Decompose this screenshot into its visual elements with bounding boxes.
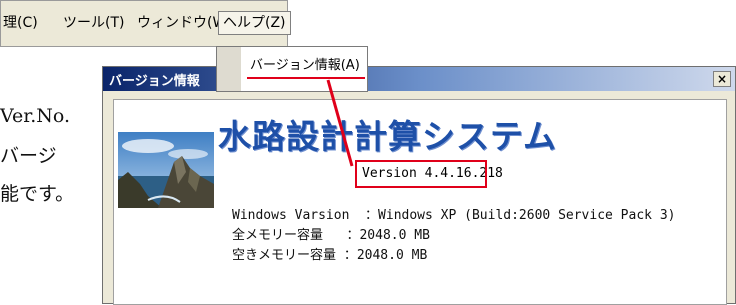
- version-dialog: バージョン情報 × 水路設計計算システム Version 4.4.16.218 …: [102, 66, 736, 305]
- dialog-title: バージョン情報: [109, 74, 200, 89]
- doc-text-line: Ver.No.: [0, 105, 71, 127]
- dialog-titlebar[interactable]: バージョン情報 ×: [103, 67, 735, 91]
- total-memory-info: 全メモリー容量 ：2048.0 MB: [232, 228, 430, 243]
- menu-item-process[interactable]: 理(C): [3, 15, 38, 31]
- menu-item-version-info[interactable]: バージョン情報(A): [250, 54, 360, 73]
- os-info: Windows Varsion ：Windows XP (Build:2600 …: [232, 208, 676, 223]
- app-logo-image: [118, 132, 214, 208]
- menu-item-help[interactable]: ヘルプ(Z): [218, 11, 291, 35]
- close-button[interactable]: ×: [713, 71, 731, 87]
- about-panel: 水路設計計算システム Version 4.4.16.218 Windows Va…: [113, 99, 727, 305]
- help-dropdown-menu: バージョン情報(A): [216, 46, 368, 92]
- close-icon: ×: [716, 72, 728, 86]
- highlight-underline: [247, 77, 365, 79]
- menu-item-tools[interactable]: ツール(T): [63, 15, 124, 31]
- app-title: 水路設計計算システム: [218, 117, 558, 156]
- menu-icon-strip: [217, 47, 241, 91]
- menu-bar: 理(C) ツール(T) ウィンドウ(W) ヘルプ(Z): [0, 0, 291, 47]
- doc-text-line: 能です。: [0, 183, 75, 205]
- doc-text-line: バージ: [0, 145, 57, 167]
- free-memory-info: 空きメモリー容量 ：2048.0 MB: [232, 248, 428, 263]
- version-highlight-box: [355, 160, 487, 188]
